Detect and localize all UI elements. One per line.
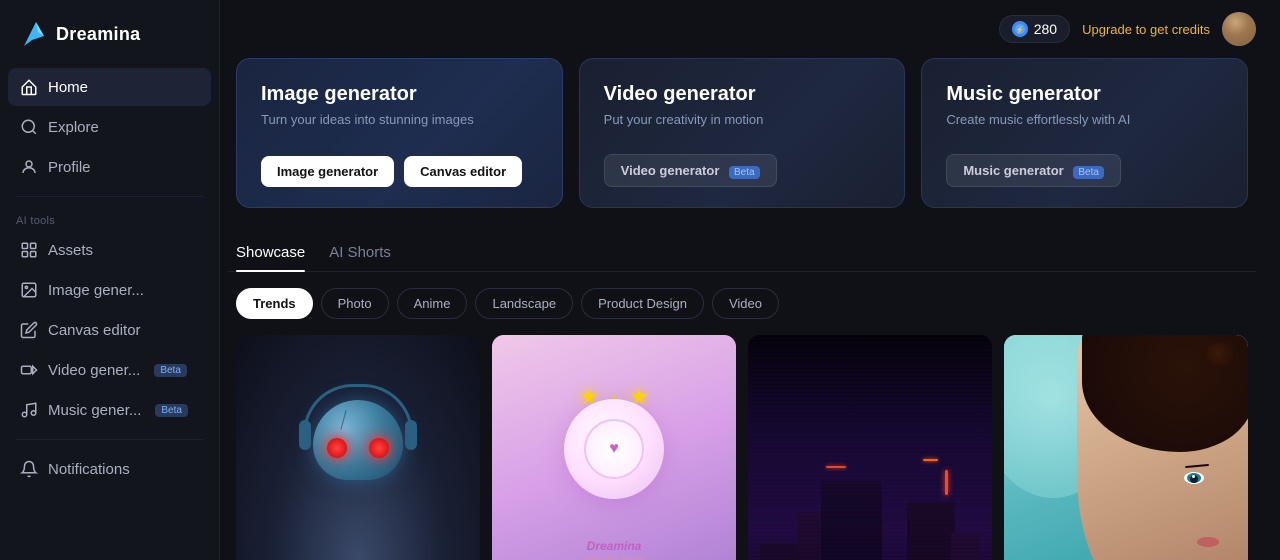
pill-landscape[interactable]: Landscape <box>475 288 573 319</box>
video-gen-button[interactable]: Video generator Beta <box>604 154 777 187</box>
sidebar-item-profile[interactable]: Profile <box>8 148 211 186</box>
sidebar-item-label: Canvas editor <box>48 322 141 339</box>
sidebar-item-canvas[interactable]: Canvas editor <box>8 311 211 349</box>
canvas-icon <box>20 321 38 339</box>
pill-product-design[interactable]: Product Design <box>581 288 704 319</box>
hero-card-title: Music generator <box>946 83 1223 106</box>
home-icon <box>20 78 38 96</box>
beta-tag: Beta <box>1073 166 1104 179</box>
credits-amount: 280 <box>1034 21 1057 37</box>
main-nav: Home Explore Profile <box>0 68 219 186</box>
tabs-row: Showcase AI Shorts <box>228 236 1256 272</box>
bottom-nav: Notifications <box>0 450 219 488</box>
hero-card-title: Image generator <box>261 83 538 106</box>
tools-nav: Assets Image gener... Canvas editor <box>0 231 219 429</box>
pill-photo[interactable]: Photo <box>321 288 389 319</box>
pill-trends[interactable]: Trends <box>236 288 313 319</box>
profile-icon <box>20 158 38 176</box>
gallery-item-stars[interactable]: ★ ★ ★ ♥ Dreamina dreamina.studio <box>492 335 736 560</box>
hero-cards: Image generator Turn your ideas into stu… <box>228 58 1256 208</box>
pill-video[interactable]: Video <box>712 288 779 319</box>
tab-ai-shorts[interactable]: AI Shorts <box>329 236 391 271</box>
avatar[interactable] <box>1222 12 1256 46</box>
explore-icon <box>20 118 38 136</box>
hero-card-buttons: Music generator Beta <box>946 154 1223 187</box>
gallery: ★ ★ ★ ♥ Dreamina dreamina.studio <box>228 335 1256 560</box>
dreamina-text: Dreamina dreamina.studio <box>583 539 645 560</box>
hero-card-desc: Create music effortlessly with AI <box>946 112 1223 138</box>
sidebar-item-home[interactable]: Home <box>8 68 211 106</box>
music-gen-button[interactable]: Music generator Beta <box>946 154 1121 187</box>
svg-text:⚡: ⚡ <box>1015 25 1024 34</box>
robot-visual <box>236 335 480 560</box>
sidebar-item-label: Notifications <box>48 461 130 478</box>
video-gen-icon <box>20 361 38 379</box>
sidebar-item-explore[interactable]: Explore <box>8 108 211 146</box>
gallery-item-portrait[interactable] <box>1004 335 1248 560</box>
assets-icon <box>20 241 38 259</box>
hero-card-desc: Turn your ideas into stunning images <box>261 112 538 140</box>
hero-card-image-gen[interactable]: Image generator Turn your ideas into stu… <box>236 58 563 208</box>
gallery-item-city[interactable]: VENOM <box>748 335 992 560</box>
upgrade-link[interactable]: Upgrade to get credits <box>1082 22 1210 37</box>
city-visual: VENOM <box>748 335 992 560</box>
ai-tools-label: AI tools <box>0 207 219 231</box>
logo-text: Dreamina <box>56 24 140 45</box>
image-gen-icon <box>20 281 38 299</box>
sidebar-item-label: Video gener... <box>48 362 140 379</box>
sidebar-item-label: Profile <box>48 159 91 176</box>
sidebar-item-video-gen[interactable]: Video gener... Beta <box>8 351 211 389</box>
pill-anime[interactable]: Anime <box>397 288 468 319</box>
main-content: ⚡ 280 Upgrade to get credits Image gener… <box>220 0 1280 560</box>
topbar: ⚡ 280 Upgrade to get credits <box>220 0 1280 58</box>
filter-pills: Trends Photo Anime Landscape Product Des… <box>228 288 1256 319</box>
hero-card-buttons: Image generator Canvas editor <box>261 156 538 187</box>
beta-tag: Beta <box>729 166 760 179</box>
bell-icon <box>20 460 38 478</box>
canvas-editor-button[interactable]: Canvas editor <box>404 156 522 187</box>
sidebar-item-label: Music gener... <box>48 402 141 419</box>
beta-badge: Beta <box>154 364 187 377</box>
sidebar-item-label: Assets <box>48 242 93 259</box>
credits-badge[interactable]: ⚡ 280 <box>999 15 1070 43</box>
hero-card-desc: Put your creativity in motion <box>604 112 881 138</box>
hero-card-music-gen[interactable]: Music generator Create music effortlessl… <box>921 58 1248 208</box>
credits-icon: ⚡ <box>1012 21 1028 37</box>
content-area: Image generator Turn your ideas into stu… <box>220 58 1280 560</box>
logo-icon <box>16 18 48 50</box>
sidebar-item-music-gen[interactable]: Music gener... Beta <box>8 391 211 429</box>
sidebar-item-label: Home <box>48 79 88 96</box>
tab-showcase[interactable]: Showcase <box>236 236 305 271</box>
image-gen-button[interactable]: Image generator <box>261 156 394 187</box>
music-gen-icon <box>20 401 38 419</box>
hero-card-buttons: Video generator Beta <box>604 154 881 187</box>
sidebar-item-image-gen[interactable]: Image gener... <box>8 271 211 309</box>
gallery-item-robot[interactable] <box>236 335 480 560</box>
beta-badge: Beta <box>155 404 188 417</box>
sidebar-item-label: Image gener... <box>48 282 144 299</box>
divider-2 <box>16 439 203 440</box>
hero-card-title: Video generator <box>604 83 881 106</box>
sidebar-item-label: Explore <box>48 119 99 136</box>
logo[interactable]: Dreamina <box>0 0 219 68</box>
star-visual: ★ ★ ★ ♥ Dreamina dreamina.studio <box>492 335 736 560</box>
sidebar-item-notifications[interactable]: Notifications <box>8 450 211 488</box>
sidebar-item-assets[interactable]: Assets <box>8 231 211 269</box>
portrait-visual <box>1004 335 1248 560</box>
hero-card-video-gen[interactable]: Video generator Put your creativity in m… <box>579 58 906 208</box>
sidebar: Dreamina Home Explore <box>0 0 220 560</box>
divider <box>16 196 203 197</box>
avatar-image <box>1222 12 1256 46</box>
